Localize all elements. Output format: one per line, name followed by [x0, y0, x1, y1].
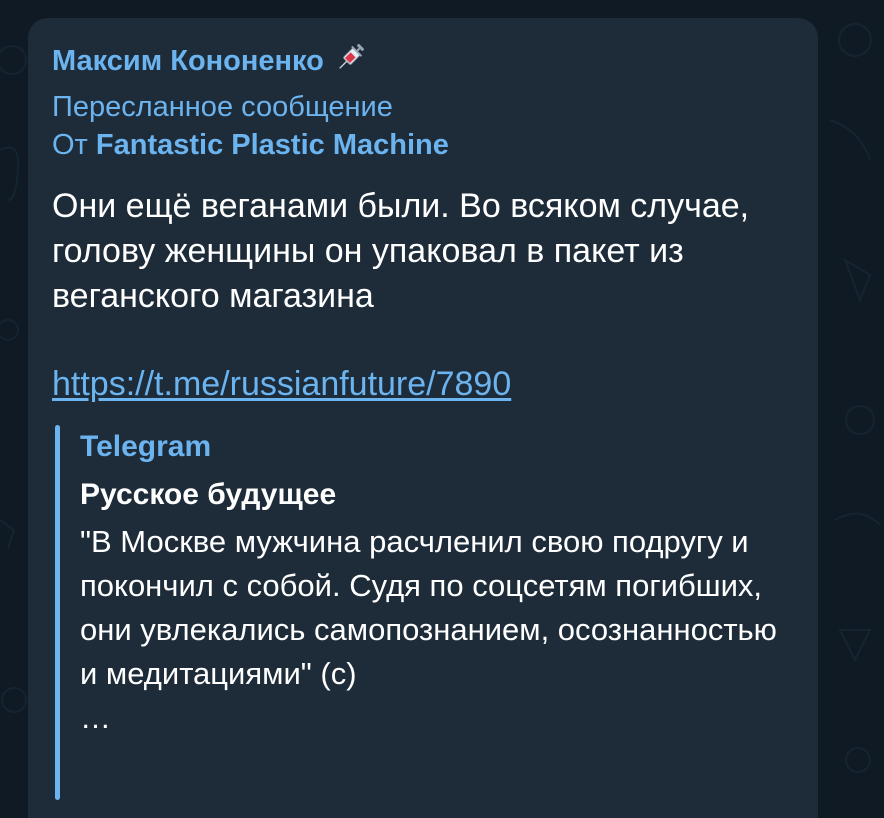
- message-text: Они ещё веганами были. Во всяком случае,…: [52, 187, 750, 315]
- link-preview-site-name: Telegram: [80, 430, 212, 463]
- link-preview[interactable]: Telegram Русское будущее "В Москве мужчи…: [55, 425, 795, 800]
- sender-name[interactable]: Максим Кононенко: [52, 40, 368, 82]
- message-link[interactable]: https://t.me/russianfuture/7890: [52, 365, 511, 404]
- syringe-icon: [334, 40, 368, 82]
- forwarded-label: Пересланное сообщение: [52, 91, 393, 123]
- forwarded-header[interactable]: Пересланное сообщение От Fantastic Plast…: [52, 88, 449, 164]
- link-preview-ellipsis: …: [80, 700, 111, 735]
- link-preview-bar: [55, 425, 60, 800]
- link-preview-description: "В Москве мужчина расчленил свою подругу…: [80, 520, 780, 740]
- link-preview-title: Русское будущее: [80, 478, 337, 511]
- forwarded-from-name[interactable]: Fantastic Plastic Machine: [96, 129, 449, 161]
- link-preview-description-text: "В Москве мужчина расчленил свою подругу…: [80, 524, 777, 691]
- forwarded-from: От Fantastic Plastic Machine: [52, 126, 449, 164]
- forwarded-from-prefix: От: [52, 129, 88, 161]
